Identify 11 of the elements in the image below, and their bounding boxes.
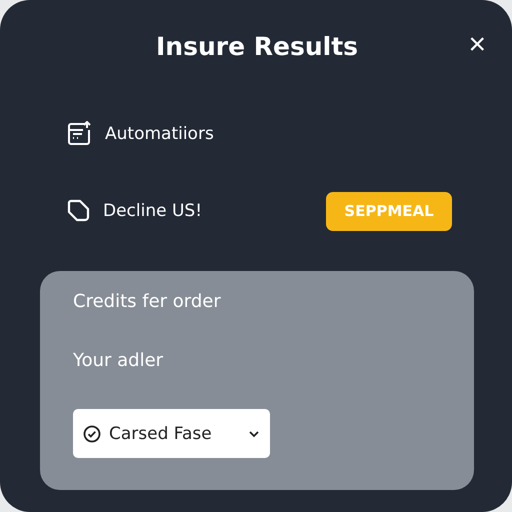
row-label: Automatiiors [105,124,215,144]
tag-icon [67,199,91,223]
dropdown[interactable]: Carsed Fase [73,409,270,458]
card-subheading: Your adler [73,350,164,371]
chevron-down-icon [248,430,260,438]
check-circle-icon [83,424,101,442]
card-heading: Credits fer order [73,291,221,312]
dialog-title: Insure Results [154,31,360,63]
row-label: Decline US! [103,201,204,221]
close-button[interactable]: × [468,30,486,60]
document-icon [67,121,93,147]
